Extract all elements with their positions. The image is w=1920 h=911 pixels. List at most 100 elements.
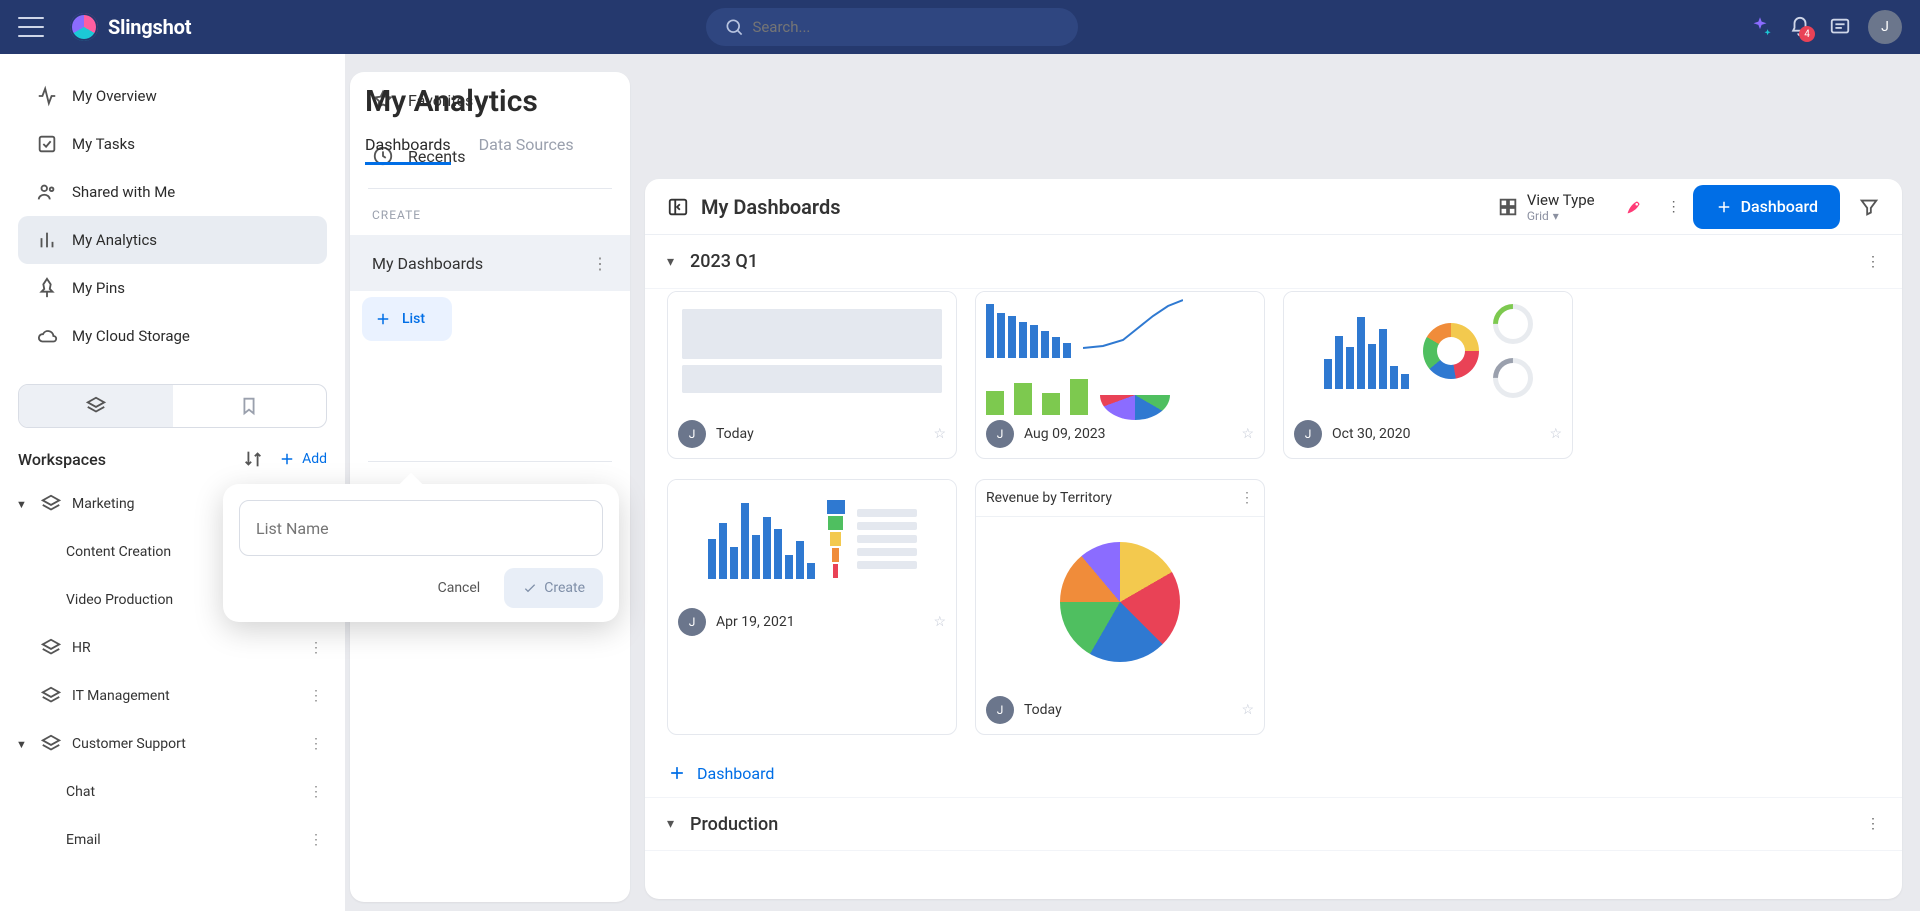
- card-title: Revenue by Territory: [986, 490, 1112, 506]
- new-dashboard-button[interactable]: Dashboard: [1693, 185, 1840, 229]
- layers-icon: [85, 395, 107, 417]
- layers-icon: [40, 637, 62, 659]
- menu-icon[interactable]: [18, 17, 44, 37]
- card-date: Aug 09, 2023: [1024, 426, 1106, 442]
- view-toggle: [18, 384, 327, 428]
- sparkline-chart: [1083, 298, 1183, 358]
- pin-icon: [36, 277, 58, 299]
- tab-data-sources[interactable]: Data Sources: [479, 127, 574, 165]
- view-type-selector[interactable]: View Type Grid▾: [1497, 191, 1595, 223]
- notification-badge: 4: [1799, 26, 1815, 42]
- star-icon[interactable]: ☆: [1241, 702, 1254, 718]
- card-more-icon[interactable]: ⋮: [1240, 490, 1254, 506]
- notifications-icon[interactable]: 4: [1780, 7, 1820, 47]
- more-icon[interactable]: ⋮: [305, 732, 327, 756]
- chevron-down-icon[interactable]: ▾: [667, 254, 674, 270]
- pie-chart: [1060, 542, 1180, 662]
- star-icon[interactable]: ☆: [933, 426, 946, 442]
- plus-icon: [278, 450, 296, 468]
- bookmark-icon: [238, 395, 260, 417]
- owner-avatar: J: [986, 696, 1014, 724]
- section-more-icon[interactable]: ⋮: [1866, 254, 1880, 270]
- create-button[interactable]: Create: [504, 568, 603, 608]
- rocket-icon[interactable]: [1623, 196, 1645, 218]
- ws-email[interactable]: Email ⋮: [10, 816, 335, 864]
- global-search[interactable]: [706, 8, 1078, 46]
- nav-my-analytics[interactable]: My Analytics: [18, 216, 327, 264]
- plus-icon: [374, 310, 392, 328]
- list-chip[interactable]: List: [362, 297, 452, 341]
- ws-chat[interactable]: Chat ⋮: [10, 768, 335, 816]
- cloud-icon: [36, 325, 58, 347]
- owner-avatar: J: [678, 420, 706, 448]
- dashboard-card[interactable]: J Today ☆: [667, 291, 957, 459]
- cancel-button[interactable]: Cancel: [422, 568, 497, 608]
- dashboard-card[interactable]: J Aug 09, 2023 ☆: [975, 291, 1265, 459]
- mid-create-section: CREATE: [350, 195, 630, 235]
- grid-icon: [1497, 196, 1519, 218]
- more-icon[interactable]: ⋮: [305, 780, 327, 804]
- ai-sparkles-icon[interactable]: [1740, 7, 1780, 47]
- page-title: My Analytics: [365, 84, 1902, 119]
- sort-icon[interactable]: [242, 448, 264, 470]
- nav-my-cloud-storage[interactable]: My Cloud Storage: [18, 312, 327, 360]
- workspaces-heading: Workspaces: [18, 450, 106, 469]
- plus-icon: [1715, 198, 1733, 216]
- comments-icon[interactable]: [1820, 7, 1860, 47]
- funnel-chart: [827, 500, 845, 578]
- chevron-down-icon[interactable]: ▾: [667, 816, 674, 832]
- star-icon[interactable]: ☆: [1549, 426, 1562, 442]
- section-more-icon[interactable]: ⋮: [1866, 816, 1880, 832]
- check-square-icon: [36, 133, 58, 155]
- nav-my-overview[interactable]: My Overview: [18, 72, 327, 120]
- mid-my-dashboards[interactable]: My Dashboards ⋮: [350, 235, 630, 291]
- add-workspace-button[interactable]: Add: [278, 450, 327, 468]
- view-toggle-bookmark[interactable]: [173, 385, 327, 427]
- caret-down-icon: ▼: [16, 738, 30, 751]
- create-list-popover: Cancel Create: [223, 484, 619, 622]
- search-input[interactable]: [752, 18, 1060, 36]
- section-title: Production: [690, 814, 778, 835]
- card-date: Oct 30, 2020: [1332, 426, 1410, 442]
- owner-avatar: J: [986, 420, 1014, 448]
- panel-more-icon[interactable]: ⋮: [1655, 199, 1693, 215]
- nav-my-tasks[interactable]: My Tasks: [18, 120, 327, 168]
- more-icon[interactable]: ⋮: [305, 636, 327, 660]
- more-icon[interactable]: ⋮: [305, 684, 327, 708]
- brand-mark: [70, 13, 98, 41]
- dashboard-card[interactable]: J Apr 19, 2021 ☆: [667, 479, 957, 735]
- ws-customer-support[interactable]: ▼ Customer Support ⋮: [10, 720, 335, 768]
- add-dashboard-link[interactable]: Dashboard: [645, 749, 1902, 797]
- star-icon[interactable]: ☆: [1241, 426, 1254, 442]
- collapse-panel-icon[interactable]: [667, 196, 689, 218]
- dashboard-card[interactable]: J Oct 30, 2020 ☆: [1283, 291, 1573, 459]
- activity-icon: [36, 85, 58, 107]
- brand-logo[interactable]: Slingshot: [70, 13, 191, 41]
- bar-chart-icon: [36, 229, 58, 251]
- view-toggle-layers[interactable]: [19, 385, 173, 427]
- check-icon: [522, 580, 538, 596]
- caret-down-icon: ▼: [16, 498, 30, 511]
- more-icon[interactable]: ⋮: [305, 828, 327, 852]
- filter-icon[interactable]: [1858, 196, 1880, 218]
- user-avatar[interactable]: J: [1868, 10, 1902, 44]
- card-date: Today: [1024, 702, 1062, 718]
- owner-avatar: J: [678, 608, 706, 636]
- section-title: 2023 Q1: [690, 251, 758, 272]
- ws-hr[interactable]: HR ⋮: [10, 624, 335, 672]
- ws-it-management[interactable]: IT Management ⋮: [10, 672, 335, 720]
- tab-dashboards[interactable]: Dashboards: [365, 127, 451, 165]
- card-date: Apr 19, 2021: [716, 614, 795, 630]
- owner-avatar: J: [1294, 420, 1322, 448]
- dashboard-card-revenue[interactable]: Revenue by Territory ⋮ J Today ☆: [975, 479, 1265, 735]
- more-icon[interactable]: ⋮: [592, 254, 608, 273]
- search-icon: [724, 16, 744, 38]
- panel-title: My Dashboards: [701, 195, 840, 219]
- layers-icon: [40, 733, 62, 755]
- card-date: Today: [716, 426, 754, 442]
- star-icon[interactable]: ☆: [933, 614, 946, 630]
- nav-my-pins[interactable]: My Pins: [18, 264, 327, 312]
- list-name-input[interactable]: [239, 500, 603, 556]
- chevron-down-icon: ▾: [1553, 209, 1559, 223]
- nav-shared-with-me[interactable]: Shared with Me: [18, 168, 327, 216]
